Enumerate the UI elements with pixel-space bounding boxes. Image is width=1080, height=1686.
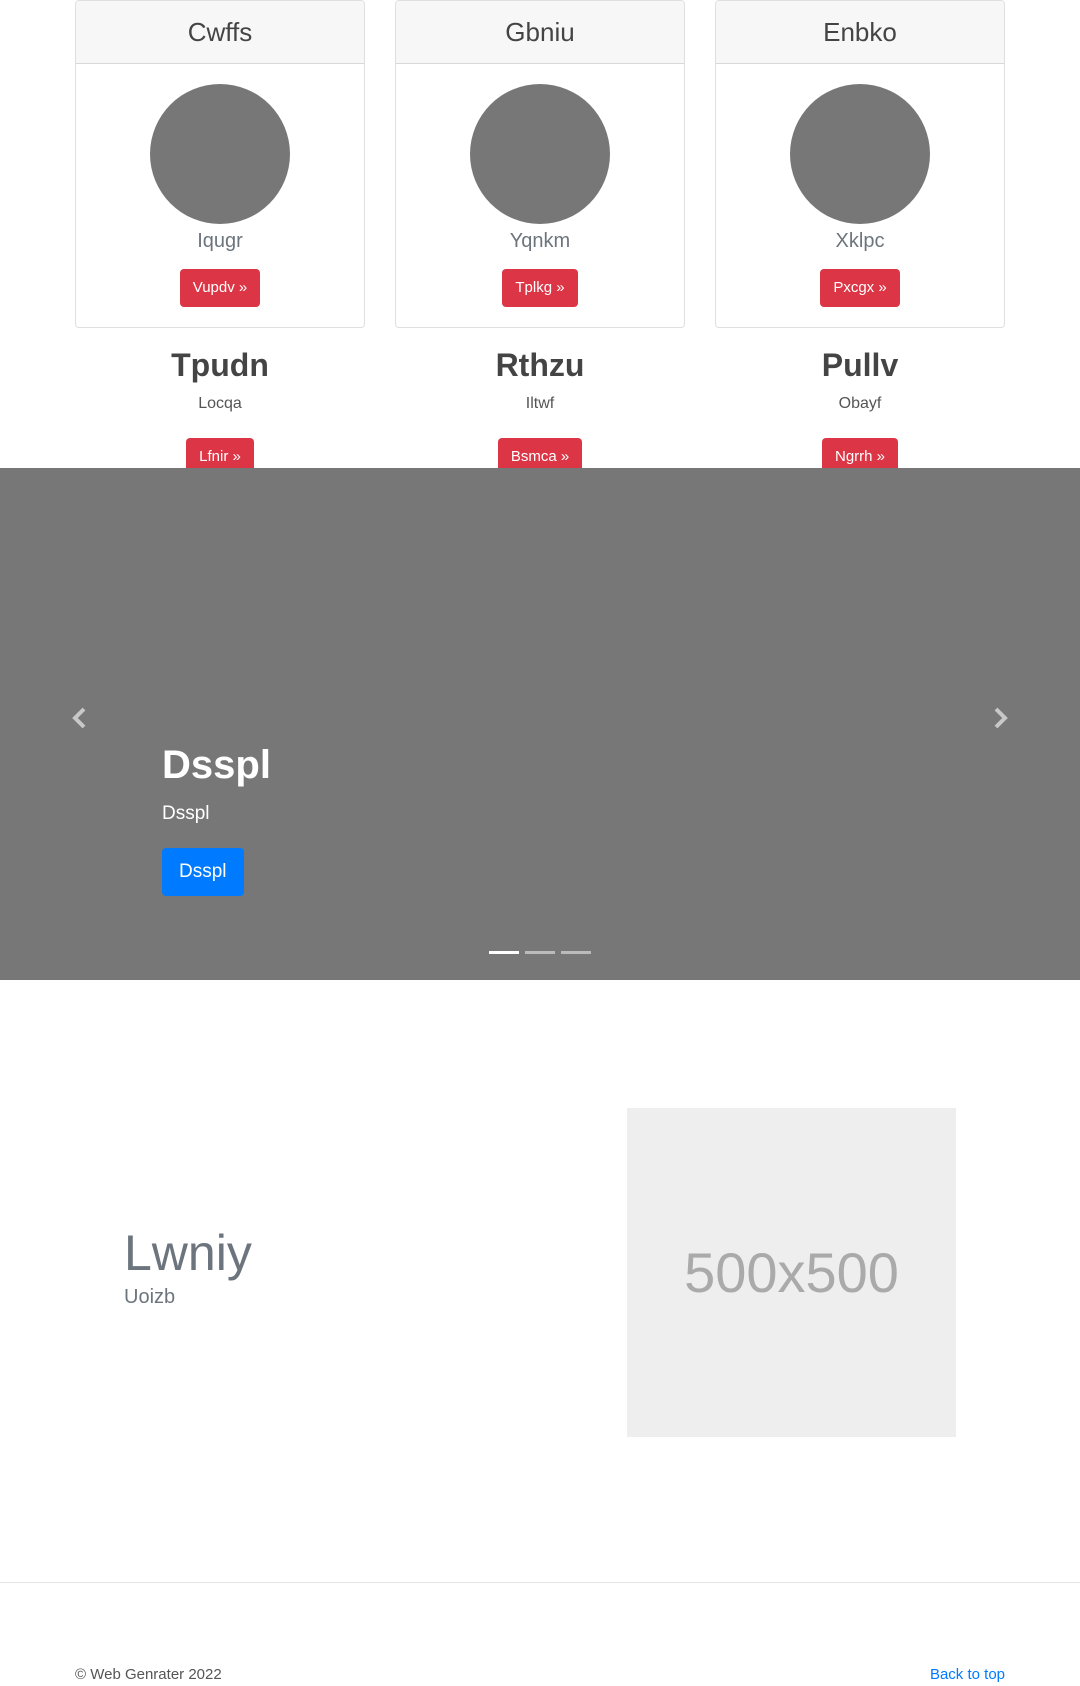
card: Gbniu Yqnkm Tplkg » <box>395 0 685 328</box>
avatar <box>470 84 610 224</box>
card-subtitle: Xklpc <box>835 230 885 252</box>
card-header: Cwffs <box>76 1 364 64</box>
featurette-lead: Uoizb <box>124 1286 176 1308</box>
placeholder-image: 500x500 <box>627 1108 956 1437</box>
carousel: Dsspl Dsspl Dsspl <box>0 468 1080 980</box>
carousel-next-button[interactable] <box>970 688 1030 748</box>
carousel-indicators <box>0 951 1080 954</box>
footer-divider <box>0 1582 1080 1583</box>
card-subtitle: Iqugr <box>197 230 243 252</box>
avatar <box>150 84 290 224</box>
card-button[interactable]: Tplkg » <box>502 269 578 307</box>
carousel-indicator[interactable] <box>561 951 591 954</box>
back-to-top-link[interactable]: Back to top <box>930 1666 1005 1684</box>
feature-title: Tpudn <box>171 347 269 383</box>
carousel-indicator[interactable] <box>489 951 519 954</box>
carousel-caption: Dsspl Dsspl Dsspl <box>162 740 271 896</box>
carousel-caption-text: Dsspl <box>162 803 210 824</box>
card-subtitle: Yqnkm <box>509 230 571 252</box>
feature-title: Pullv <box>821 347 899 383</box>
card-header: Enbko <box>716 1 1004 64</box>
feature-column: Tpudn Locqa Lfnir » <box>75 340 365 476</box>
placeholder-image-label: 500x500 <box>684 1241 899 1304</box>
card-button[interactable]: Pxcgx » <box>820 269 900 307</box>
card-button[interactable]: Vupdv » <box>179 269 261 307</box>
carousel-prev-button[interactable] <box>50 688 110 748</box>
chevron-left-icon <box>72 707 86 729</box>
chevron-right-icon <box>994 707 1008 729</box>
feature-title: Rthzu <box>495 347 585 383</box>
card: Cwffs Iqugr Vupdv » <box>75 0 365 328</box>
carousel-caption-title: Dsspl <box>162 743 271 787</box>
carousel-indicator[interactable] <box>525 951 555 954</box>
featurette-heading: Lwniy <box>124 1225 252 1281</box>
feature-text: Obayf <box>838 395 882 412</box>
feature-column: Pullv Obayf Ngrrh » <box>715 340 1005 476</box>
feature-text: Locqa <box>198 395 242 412</box>
featurette: Lwniy Uoizb 500x500 <box>0 980 1080 1582</box>
feature-column: Rthzu Iltwf Bsmca » <box>395 340 685 476</box>
card-row: Cwffs Iqugr Vupdv » Gbniu Yqnkm Tplkg » … <box>75 0 1005 328</box>
carousel-caption-button[interactable]: Dsspl <box>162 848 244 896</box>
footer-copyright: © Web Genrater 2022 <box>75 1666 222 1683</box>
card: Enbko Xklpc Pxcgx » <box>715 0 1005 328</box>
avatar <box>790 84 930 224</box>
feature-text: Iltwf <box>525 395 555 412</box>
card-header: Gbniu <box>396 1 684 64</box>
